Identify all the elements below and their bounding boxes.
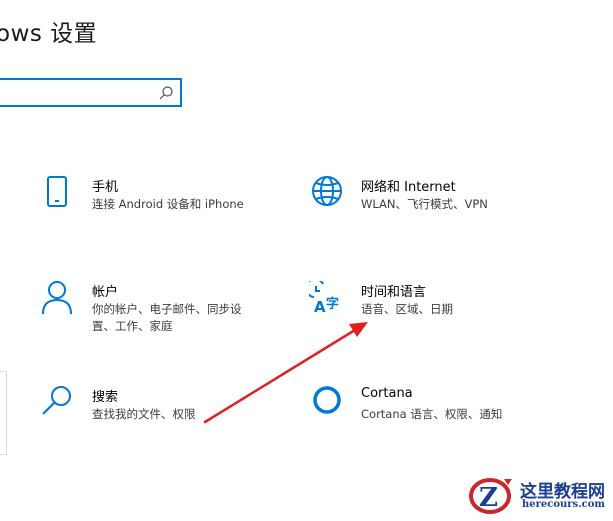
watermark-logo: Z 这里教程网 herecours.com bbox=[468, 475, 613, 517]
annotation-arrow bbox=[203, 322, 368, 424]
svg-text:Z: Z bbox=[479, 483, 498, 513]
watermark-url: herecours.com bbox=[522, 499, 606, 510]
watermark-emblem-icon: Z bbox=[469, 478, 512, 514]
